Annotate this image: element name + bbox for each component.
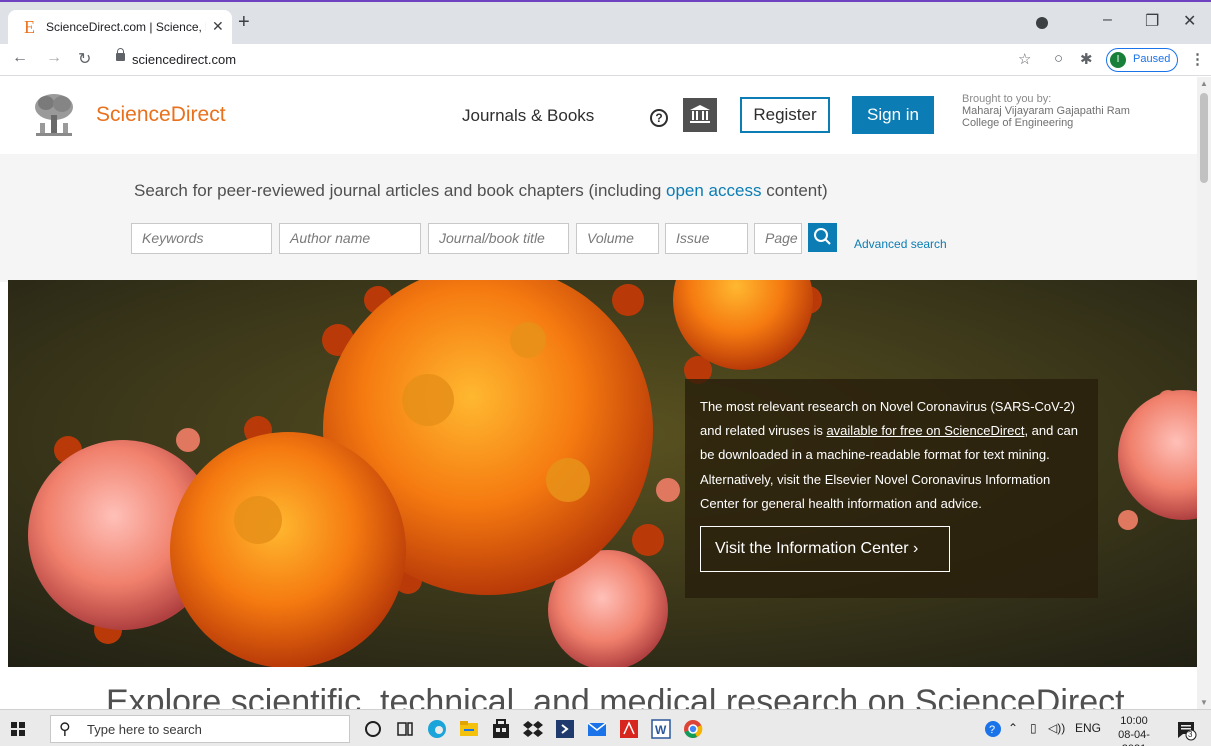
web-page: ScienceDirect Journals & Books ? Registe…: [0, 77, 1197, 709]
address-bar[interactable]: sciencedirect.com: [108, 47, 1048, 73]
window-close-icon[interactable]: ✕: [1183, 11, 1196, 31]
clock-date: 08-04-2021: [1118, 729, 1150, 746]
system-clock[interactable]: 10:00 08-04-2021: [1106, 714, 1162, 746]
author-input[interactable]: Author name: [279, 223, 421, 254]
explore-heading: Explore scientific, technical, and medic…: [106, 683, 1125, 709]
chrome-icon[interactable]: [682, 718, 704, 740]
scroll-thumb[interactable]: [1200, 93, 1208, 183]
sign-in-button[interactable]: Sign in: [852, 96, 934, 134]
browser-tab-bar: E ScienceDirect.com | Science, health an…: [0, 0, 1211, 46]
institution-name-line1: Maharaj Vijayaram Gajapathi Ram: [962, 105, 1130, 117]
edge-icon[interactable]: [426, 718, 448, 740]
help-icon[interactable]: ?: [650, 109, 668, 127]
institution-access-info: Brought to you by: Maharaj Vijayaram Gaj…: [962, 93, 1130, 129]
elsevier-favicon-icon: E: [24, 17, 35, 37]
windows-start-icon[interactable]: [11, 722, 25, 736]
visit-information-center-button[interactable]: Visit the Information Center ›: [700, 526, 950, 572]
journal-title-input[interactable]: Journal/book title: [428, 223, 569, 254]
taskbar-search-box[interactable]: ⚲ Type here to search: [50, 715, 350, 743]
site-header: ScienceDirect Journals & Books ? Registe…: [0, 77, 1197, 154]
extensions-puzzle-icon[interactable]: ✱: [1080, 50, 1093, 68]
avatar: I: [1110, 52, 1126, 68]
windows-taskbar: ⚲ Type here to search W ? ⌃ ▯ ◁)) ENG 10…: [0, 709, 1211, 746]
show-hidden-icons-icon[interactable]: ⌃: [1008, 721, 1018, 735]
new-tab-button[interactable]: +: [238, 12, 250, 32]
mail-icon[interactable]: [586, 718, 608, 740]
word-icon[interactable]: W: [650, 718, 672, 740]
journals-books-link[interactable]: Journals & Books: [462, 106, 594, 126]
search-button[interactable]: [808, 223, 837, 252]
taskbar-search-placeholder: Type here to search: [87, 722, 202, 737]
input-language[interactable]: ENG: [1075, 721, 1101, 735]
action-center-icon[interactable]: [1175, 719, 1197, 741]
profile-paused-button[interactable]: I Paused: [1106, 48, 1178, 72]
search-panel: Search for peer-reviewed journal article…: [0, 154, 1197, 282]
scroll-up-arrow-icon[interactable]: ▲: [1200, 79, 1208, 88]
search-icon: ⚲: [59, 721, 71, 738]
institution-name-line2: College of Engineering: [962, 117, 1074, 129]
minimize-icon[interactable]: –: [1103, 11, 1112, 29]
speaker-icon[interactable]: ◁)): [1048, 721, 1065, 735]
acrobat-icon[interactable]: [618, 718, 640, 740]
institution-icon[interactable]: [683, 98, 717, 132]
store-icon[interactable]: [490, 718, 512, 740]
restore-icon[interactable]: ❐: [1145, 11, 1159, 31]
back-icon[interactable]: ←: [12, 49, 28, 67]
chrome-menu-dot-icon[interactable]: [1036, 17, 1048, 29]
tab-close-icon[interactable]: ✕: [212, 18, 224, 35]
battery-icon[interactable]: ▯: [1030, 721, 1037, 735]
browser-tab[interactable]: E ScienceDirect.com | Science, health an…: [8, 10, 232, 46]
cortana-icon[interactable]: [362, 718, 384, 740]
volume-input[interactable]: Volume: [576, 223, 659, 254]
keywords-input[interactable]: Keywords: [131, 223, 272, 254]
dropbox-icon[interactable]: [522, 718, 544, 740]
svg-text:?: ?: [989, 724, 995, 736]
help-tray-icon[interactable]: ?: [984, 720, 1002, 738]
extension-circle-icon[interactable]: ○: [1054, 50, 1063, 67]
bookmark-star-icon[interactable]: ☆: [1018, 50, 1031, 68]
reload-icon[interactable]: ↻: [78, 49, 91, 69]
open-access-link[interactable]: open access: [666, 181, 761, 200]
coronavirus-info-panel: The most relevant research on Novel Coro…: [685, 379, 1098, 598]
page-input[interactable]: Page: [754, 223, 802, 254]
issue-input[interactable]: Issue: [665, 223, 748, 254]
powershell-icon[interactable]: [554, 718, 576, 740]
file-explorer-icon[interactable]: [458, 718, 480, 740]
scroll-down-arrow-icon[interactable]: ▼: [1200, 698, 1208, 707]
url-text[interactable]: sciencedirect.com: [132, 52, 236, 67]
coronavirus-info-text: The most relevant research on Novel Coro…: [700, 399, 1078, 511]
free-access-link[interactable]: available for free on ScienceDirect: [826, 423, 1024, 438]
search-heading: Search for peer-reviewed journal article…: [134, 181, 828, 200]
sciencedirect-brand[interactable]: ScienceDirect: [96, 103, 226, 127]
register-button[interactable]: Register: [740, 97, 830, 133]
svg-text:W: W: [655, 723, 667, 737]
forward-icon[interactable]: →: [46, 49, 62, 67]
tab-title: ScienceDirect.com | Science, health and …: [46, 20, 206, 34]
page-scrollbar[interactable]: ▲ ▼: [1197, 77, 1211, 709]
brought-label: Brought to you by:: [962, 93, 1052, 105]
advanced-search-link[interactable]: Advanced search: [854, 237, 947, 251]
elsevier-tree-logo-icon[interactable]: [32, 91, 76, 141]
clock-time: 10:00: [1120, 715, 1148, 727]
lock-icon: [116, 48, 125, 61]
notification-count: 3: [1188, 730, 1193, 739]
task-view-icon[interactable]: [394, 718, 416, 740]
chrome-menu-icon[interactable]: ⋮: [1190, 50, 1205, 68]
browser-toolbar: ← → ↻ sciencedirect.com ☆ ○ ✱ I Paused ⋮: [0, 44, 1211, 76]
coronavirus-hero-banner: The most relevant research on Novel Coro…: [8, 280, 1197, 667]
profile-status: Paused: [1133, 53, 1171, 65]
